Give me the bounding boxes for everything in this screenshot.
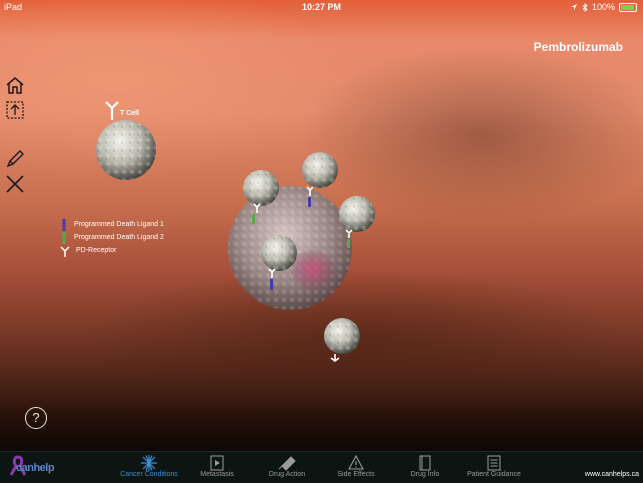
book-icon	[419, 455, 431, 471]
document-icon	[487, 455, 501, 471]
legend-label: PD-Receptor	[76, 247, 117, 254]
tab-drug-action[interactable]: Drug Action	[260, 452, 314, 483]
legend: Programmed Death Ligand 1 Programmed Dea…	[60, 218, 164, 257]
legend-label: Programmed Death Ligand 2	[74, 234, 164, 241]
pd-l1-icon	[62, 218, 66, 231]
syringe-icon	[278, 456, 296, 471]
starburst-icon	[141, 455, 157, 471]
3d-scene[interactable]: iPad 10:27 PM 100% Pembrolizumab T Cell …	[0, 0, 643, 451]
t-cell[interactable]	[324, 318, 360, 362]
nucleus	[291, 250, 335, 290]
warning-icon	[348, 455, 364, 470]
tab-metastasis[interactable]: Metastasis	[192, 452, 242, 483]
help-button[interactable]: ?	[25, 407, 47, 429]
pd-l2-icon	[62, 231, 66, 244]
tab-bar: Cancer Conditions Metastasis Drug Action…	[0, 451, 643, 483]
film-icon	[210, 455, 224, 471]
tab-drug-info[interactable]: Drug Info	[400, 452, 450, 483]
tab-side-effects[interactable]: Side Effects	[330, 452, 382, 483]
legend-label: Programmed Death Ligand 1	[74, 221, 164, 228]
website-link[interactable]: www.canhelps.ca	[585, 471, 639, 478]
tab-patient-guidance[interactable]: Patient Guidance	[464, 452, 524, 483]
pd-receptor-icon	[105, 101, 119, 120]
t-cell-label: T Cell	[120, 110, 140, 117]
logo-text: canhelp	[16, 462, 55, 474]
legend-item-pd-l1: Programmed Death Ligand 1	[60, 218, 164, 231]
legend-item-pd-l2: Programmed Death Ligand 2	[60, 231, 164, 244]
legend-item-pd-receptor: PD-Receptor	[60, 244, 164, 257]
pd-receptor-icon	[60, 245, 70, 257]
tab-cancer-conditions[interactable]: Cancer Conditions	[120, 452, 178, 483]
